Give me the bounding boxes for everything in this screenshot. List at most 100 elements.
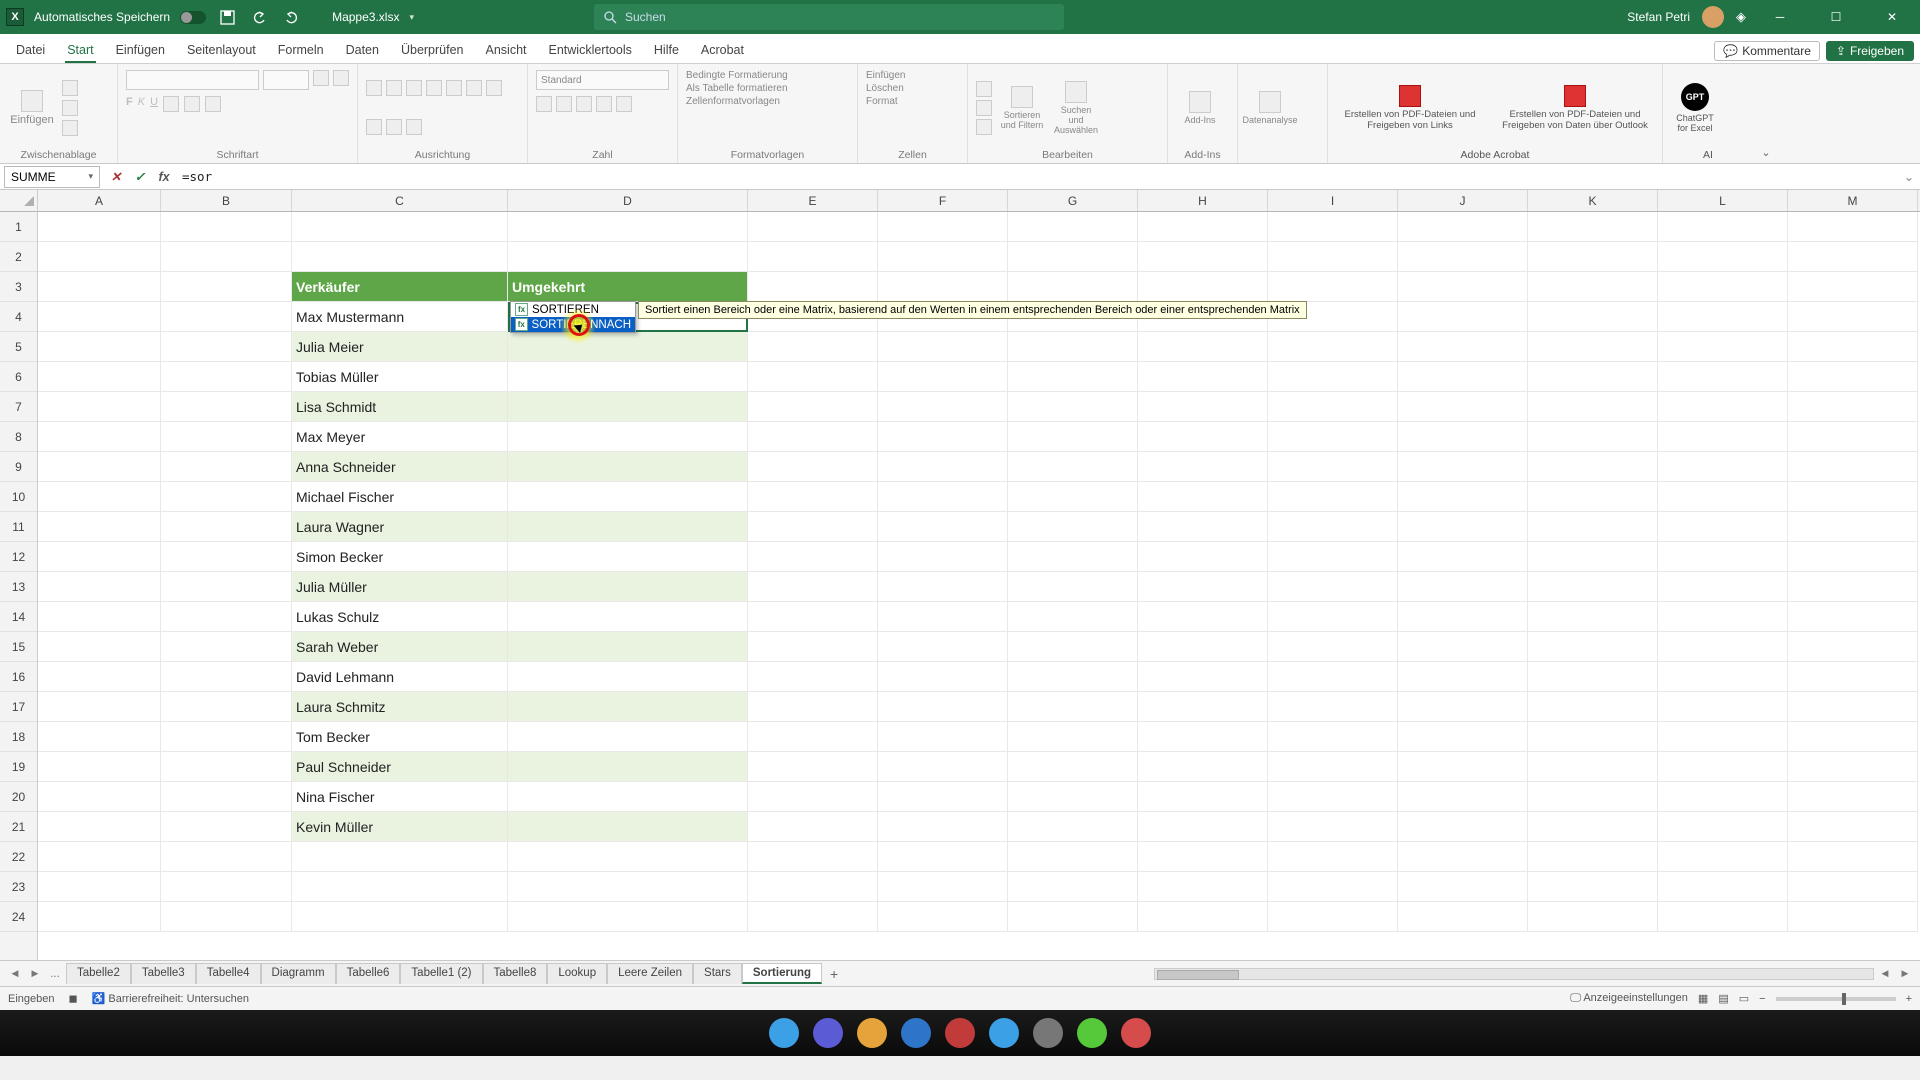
cell-K17[interactable] bbox=[1528, 692, 1658, 722]
cell-J5[interactable] bbox=[1398, 332, 1528, 362]
cell-J14[interactable] bbox=[1398, 602, 1528, 632]
fill-color-icon[interactable] bbox=[184, 96, 200, 112]
align-right-icon[interactable] bbox=[366, 119, 382, 135]
taskbar-app-3[interactable] bbox=[857, 1018, 887, 1048]
cell-J13[interactable] bbox=[1398, 572, 1528, 602]
autosum-icon[interactable] bbox=[976, 81, 992, 97]
row-header-5[interactable]: 5 bbox=[0, 332, 37, 362]
chatgpt-button[interactable]: GPTChatGPT for Excel bbox=[1671, 83, 1719, 133]
cell-D17[interactable] bbox=[508, 692, 748, 722]
align-bot-icon[interactable] bbox=[406, 80, 422, 96]
cell-L7[interactable] bbox=[1658, 392, 1788, 422]
cell-E11[interactable] bbox=[748, 512, 878, 542]
cell-M11[interactable] bbox=[1788, 512, 1918, 542]
cell-F22[interactable] bbox=[878, 842, 1008, 872]
cell-K20[interactable] bbox=[1528, 782, 1658, 812]
cell-I23[interactable] bbox=[1268, 872, 1398, 902]
cell-M20[interactable] bbox=[1788, 782, 1918, 812]
cell-C4[interactable]: Max Mustermann bbox=[292, 302, 508, 332]
cell-K3[interactable] bbox=[1528, 272, 1658, 302]
cell-K13[interactable] bbox=[1528, 572, 1658, 602]
row-header-20[interactable]: 20 bbox=[0, 782, 37, 812]
cell-C5[interactable]: Julia Meier bbox=[292, 332, 508, 362]
cell-H18[interactable] bbox=[1138, 722, 1268, 752]
cell-D3[interactable]: Umgekehrt bbox=[508, 272, 748, 302]
cell-M14[interactable] bbox=[1788, 602, 1918, 632]
cell-J19[interactable] bbox=[1398, 752, 1528, 782]
cell-G24[interactable] bbox=[1008, 902, 1138, 932]
row-header-8[interactable]: 8 bbox=[0, 422, 37, 452]
tab-file[interactable]: Datei bbox=[6, 37, 55, 63]
cell-B6[interactable] bbox=[161, 362, 292, 392]
formula-input[interactable]: =sor bbox=[176, 169, 1898, 184]
cell-J20[interactable] bbox=[1398, 782, 1528, 812]
cell-I10[interactable] bbox=[1268, 482, 1398, 512]
cell-C16[interactable]: David Lehmann bbox=[292, 662, 508, 692]
cell-L20[interactable] bbox=[1658, 782, 1788, 812]
cell-J22[interactable] bbox=[1398, 842, 1528, 872]
row-header-17[interactable]: 17 bbox=[0, 692, 37, 722]
cell-styles-button[interactable]: Zellenformatvorlagen bbox=[686, 96, 780, 107]
cell-J6[interactable] bbox=[1398, 362, 1528, 392]
sheet-tab-tabelle3[interactable]: Tabelle3 bbox=[131, 963, 196, 984]
taskbar-app-4[interactable] bbox=[901, 1018, 931, 1048]
cell-G9[interactable] bbox=[1008, 452, 1138, 482]
row-header-16[interactable]: 16 bbox=[0, 662, 37, 692]
cell-A16[interactable] bbox=[38, 662, 161, 692]
merge-icon[interactable] bbox=[406, 119, 422, 135]
display-settings[interactable]: 🖵 Anzeigeeinstellungen bbox=[1570, 992, 1688, 1005]
col-header-E[interactable]: E bbox=[748, 190, 878, 211]
align-top-icon[interactable] bbox=[366, 80, 382, 96]
cell-C13[interactable]: Julia Müller bbox=[292, 572, 508, 602]
cell-D8[interactable] bbox=[508, 422, 748, 452]
cell-A10[interactable] bbox=[38, 482, 161, 512]
confirm-formula-icon[interactable]: ✓ bbox=[128, 166, 152, 188]
cell-F24[interactable] bbox=[878, 902, 1008, 932]
cell-L15[interactable] bbox=[1658, 632, 1788, 662]
cell-G10[interactable] bbox=[1008, 482, 1138, 512]
taskbar-app-9[interactable] bbox=[1121, 1018, 1151, 1048]
cell-C20[interactable]: Nina Fischer bbox=[292, 782, 508, 812]
tab-review[interactable]: Überprüfen bbox=[391, 37, 474, 63]
cell-B11[interactable] bbox=[161, 512, 292, 542]
cell-I20[interactable] bbox=[1268, 782, 1398, 812]
cell-L1[interactable] bbox=[1658, 212, 1788, 242]
cell-M2[interactable] bbox=[1788, 242, 1918, 272]
cell-I18[interactable] bbox=[1268, 722, 1398, 752]
cell-K19[interactable] bbox=[1528, 752, 1658, 782]
cell-E6[interactable] bbox=[748, 362, 878, 392]
tab-help[interactable]: Hilfe bbox=[644, 37, 689, 63]
cell-B4[interactable] bbox=[161, 302, 292, 332]
cell-I14[interactable] bbox=[1268, 602, 1398, 632]
cell-L11[interactable] bbox=[1658, 512, 1788, 542]
cell-K24[interactable] bbox=[1528, 902, 1658, 932]
cell-C7[interactable]: Lisa Schmidt bbox=[292, 392, 508, 422]
cell-H13[interactable] bbox=[1138, 572, 1268, 602]
cell-E8[interactable] bbox=[748, 422, 878, 452]
cell-E9[interactable] bbox=[748, 452, 878, 482]
align-left-icon[interactable] bbox=[466, 80, 482, 96]
cell-A4[interactable] bbox=[38, 302, 161, 332]
cell-J24[interactable] bbox=[1398, 902, 1528, 932]
cell-B21[interactable] bbox=[161, 812, 292, 842]
col-header-L[interactable]: L bbox=[1658, 190, 1788, 211]
tab-acrobat[interactable]: Acrobat bbox=[691, 37, 754, 63]
autosave-toggle[interactable] bbox=[180, 11, 206, 24]
cell-J18[interactable] bbox=[1398, 722, 1528, 752]
cell-I19[interactable] bbox=[1268, 752, 1398, 782]
avatar[interactable] bbox=[1702, 6, 1724, 28]
row-header-4[interactable]: 4 bbox=[0, 302, 37, 332]
cell-J9[interactable] bbox=[1398, 452, 1528, 482]
cell-F17[interactable] bbox=[878, 692, 1008, 722]
cell-E24[interactable] bbox=[748, 902, 878, 932]
cell-M4[interactable] bbox=[1788, 302, 1918, 332]
cell-L24[interactable] bbox=[1658, 902, 1788, 932]
cell-C15[interactable]: Sarah Weber bbox=[292, 632, 508, 662]
cell-C17[interactable]: Laura Schmitz bbox=[292, 692, 508, 722]
cell-J23[interactable] bbox=[1398, 872, 1528, 902]
filename[interactable]: Mappe3.xlsx bbox=[332, 10, 399, 24]
cell-H24[interactable] bbox=[1138, 902, 1268, 932]
cell-M7[interactable] bbox=[1788, 392, 1918, 422]
view-pagebreak-icon[interactable]: ▭ bbox=[1739, 992, 1749, 1005]
cell-I6[interactable] bbox=[1268, 362, 1398, 392]
